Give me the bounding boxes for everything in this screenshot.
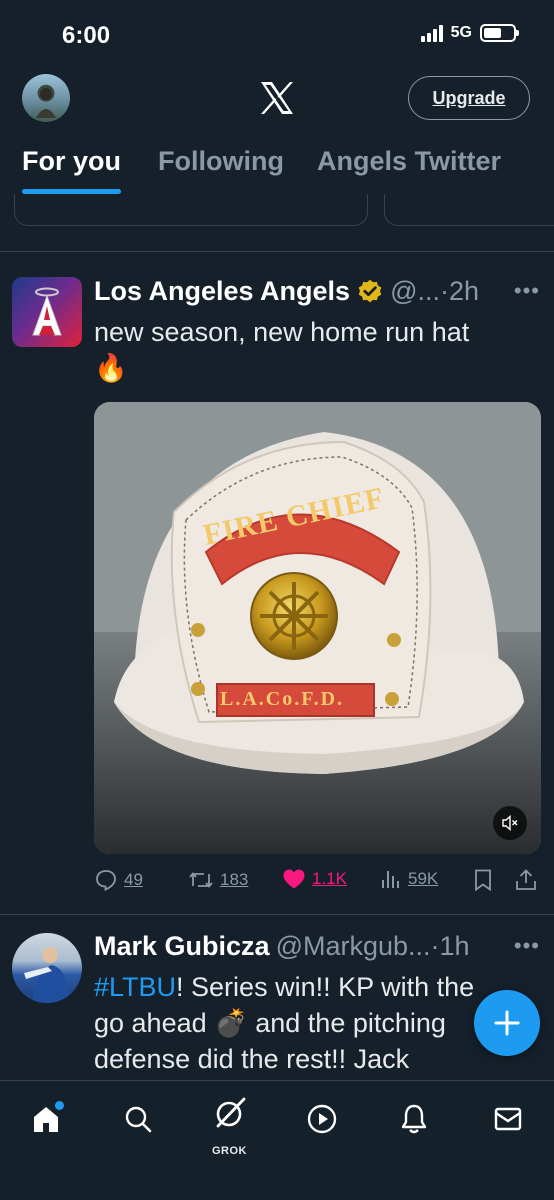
grok-label: GROK bbox=[212, 1145, 247, 1157]
post-video[interactable]: FIRE CHIEF L.A.Co.F.D. bbox=[94, 402, 541, 854]
bookmark-icon bbox=[475, 869, 491, 892]
tab-label: For you bbox=[22, 146, 121, 176]
tab-following[interactable]: Following bbox=[158, 146, 284, 194]
post-text-line: and the pitching bbox=[247, 1008, 446, 1038]
post-header: Los Angeles Angels @... ·2h bbox=[94, 276, 479, 307]
mute-button[interactable] bbox=[493, 806, 527, 840]
nav-search[interactable] bbox=[118, 1099, 158, 1139]
post-header: Mark Gubicza @Markgub... ·1h bbox=[94, 931, 470, 962]
like-count: 1.1K bbox=[312, 869, 347, 888]
top-bar: Upgrade bbox=[0, 72, 554, 128]
nav-grok[interactable]: GROK bbox=[210, 1093, 250, 1157]
view-count: 59K bbox=[408, 869, 439, 888]
hashtag-link[interactable]: #LTBU bbox=[94, 972, 176, 1002]
play-video-icon bbox=[307, 1104, 337, 1134]
bomb-emoji: 💣 bbox=[214, 1008, 248, 1038]
post-actions: 49 183 1.1K 59K bbox=[94, 868, 540, 900]
more-options-icon[interactable]: ••• bbox=[514, 278, 540, 304]
fire-emoji: 🔥 bbox=[94, 353, 128, 383]
author-name[interactable]: Mark Gubicza bbox=[94, 931, 270, 962]
helmet-bottom-text: L.A.Co.F.D. bbox=[220, 688, 345, 710]
post-text-line: go ahead bbox=[94, 1008, 215, 1038]
bell-icon bbox=[401, 1104, 427, 1134]
repost-count: 183 bbox=[220, 870, 249, 889]
status-time: 6:00 bbox=[62, 22, 111, 49]
previous-post-card bbox=[14, 194, 368, 226]
angels-logo-avatar[interactable] bbox=[12, 277, 82, 347]
author-name[interactable]: Los Angeles Angels bbox=[94, 276, 350, 307]
share-button[interactable] bbox=[514, 868, 538, 892]
post-text-line: defense did the rest!! Jack bbox=[94, 1044, 410, 1074]
post-text-line: ! Series win!! KP with the bbox=[176, 972, 475, 1002]
like-button[interactable]: 1.1K bbox=[282, 868, 347, 890]
profile-avatar[interactable] bbox=[22, 74, 70, 122]
post-time: ·2h bbox=[439, 276, 480, 306]
reply-button[interactable]: 49 bbox=[94, 868, 143, 892]
post-time: ·1h bbox=[430, 931, 470, 961]
status-bar: 6:00 5G bbox=[0, 0, 554, 72]
x-logo-icon bbox=[261, 82, 293, 114]
grok-icon bbox=[216, 1097, 246, 1128]
timeline-tabs: For you Following Angels Twitter bbox=[0, 140, 554, 194]
post-text-body: new season, new home run hat bbox=[94, 317, 470, 347]
bookmark-button[interactable] bbox=[472, 868, 494, 892]
nav-notifications[interactable] bbox=[394, 1099, 434, 1139]
previous-post-card bbox=[384, 194, 554, 226]
tab-label: Following bbox=[158, 146, 284, 176]
compose-post-button[interactable] bbox=[474, 990, 540, 1056]
plus-icon bbox=[494, 1010, 520, 1036]
status-icons: 5G bbox=[420, 24, 519, 42]
reply-icon bbox=[96, 870, 116, 891]
battery-icon bbox=[480, 24, 519, 42]
cellular-signal-icon bbox=[420, 24, 443, 42]
author-handle: @Markgub... bbox=[275, 931, 431, 961]
more-options-icon[interactable]: ••• bbox=[514, 933, 540, 959]
author-avatar[interactable] bbox=[12, 933, 82, 1003]
post-text: new season, new home run hat 🔥 bbox=[94, 314, 534, 386]
volume-muted-icon bbox=[502, 814, 518, 832]
heart-filled-icon bbox=[283, 869, 305, 889]
share-icon bbox=[516, 869, 536, 890]
nav-video[interactable] bbox=[302, 1099, 342, 1139]
fire-helmet-image bbox=[94, 402, 541, 854]
tab-angels-twitter[interactable]: Angels Twitter bbox=[317, 146, 501, 194]
gold-check-icon bbox=[358, 279, 382, 302]
repost-button[interactable]: 183 bbox=[188, 868, 248, 892]
views-button[interactable]: 59K bbox=[380, 868, 438, 890]
views-icon bbox=[382, 871, 399, 888]
post-gubicza[interactable]: Mark Gubicza @Markgub... ·1h ••• #LTBU! … bbox=[0, 915, 554, 1080]
author-handle: @... bbox=[390, 276, 440, 306]
search-icon bbox=[125, 1106, 152, 1133]
tab-for-you[interactable]: For you bbox=[22, 146, 121, 194]
repost-icon bbox=[189, 872, 213, 888]
tab-label: Angels Twitter bbox=[317, 146, 502, 176]
bottom-navigation: GROK bbox=[0, 1080, 554, 1200]
nav-home[interactable] bbox=[26, 1099, 66, 1139]
notification-dot bbox=[55, 1101, 64, 1110]
upgrade-button[interactable]: Upgrade bbox=[408, 76, 530, 120]
mail-icon bbox=[494, 1107, 522, 1131]
reply-count: 49 bbox=[124, 870, 143, 889]
network-label: 5G bbox=[450, 24, 472, 41]
nav-messages[interactable] bbox=[488, 1099, 528, 1139]
